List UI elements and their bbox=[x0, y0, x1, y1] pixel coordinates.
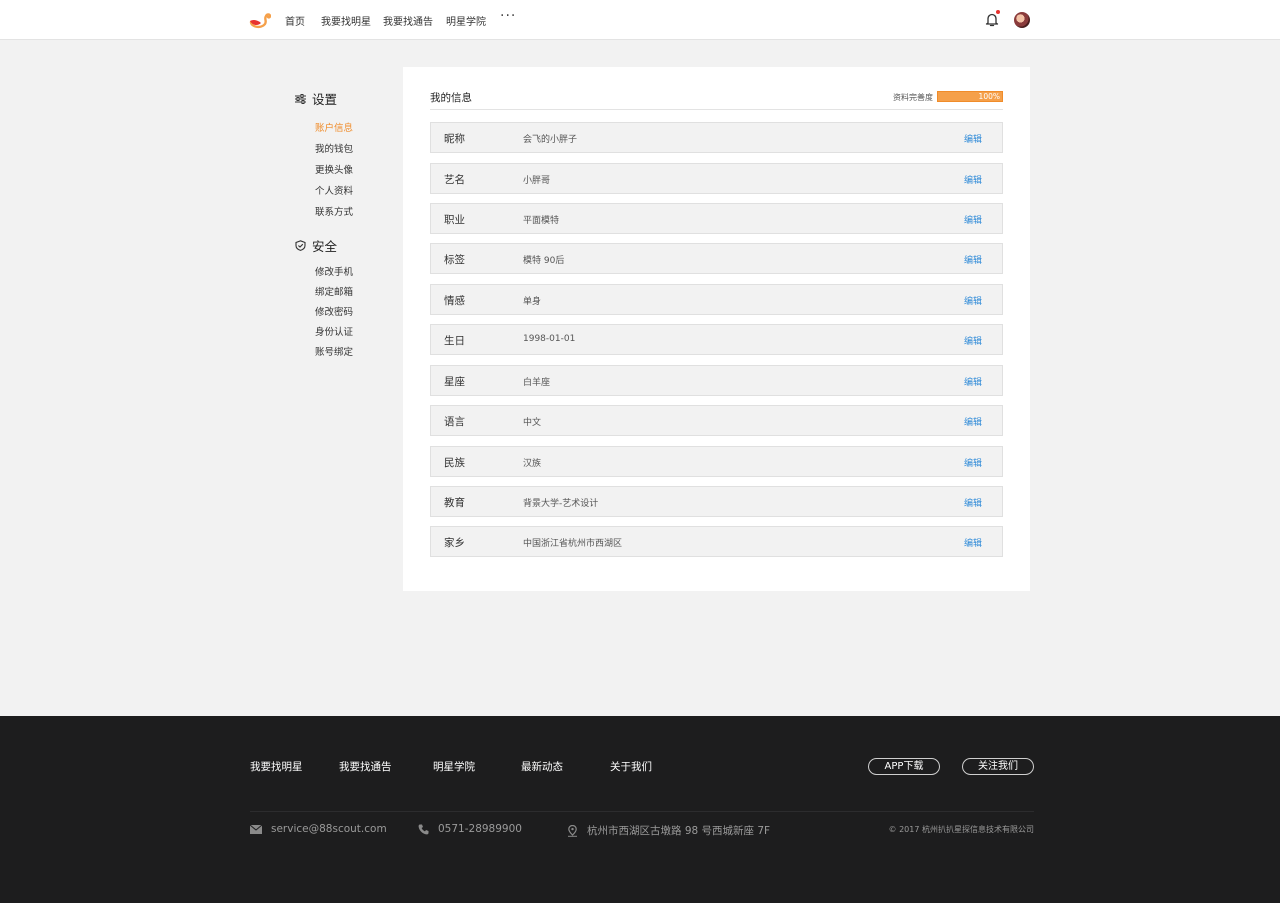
info-row-label: 教育 bbox=[444, 497, 465, 509]
notification-bell-icon[interactable] bbox=[985, 12, 999, 27]
info-row-label: 生日 bbox=[444, 335, 465, 347]
my-info-card: 我的信息 资料完善度 100% 昵称 会飞的小胖子 编辑 艺名 小胖哥 编辑 职业 平面模特编… bbox=[403, 67, 1030, 591]
info-row-tags: 标签 模特 90后 编辑 bbox=[430, 243, 1003, 274]
info-row-value: 会飞的小胖子 bbox=[523, 135, 578, 145]
follow-us-button[interactable]: 关注我们 bbox=[962, 758, 1034, 775]
sidebar-item-bind-email[interactable]: 绑定邮箱 bbox=[315, 284, 353, 298]
edit-language-button[interactable]: 编辑 bbox=[964, 415, 982, 428]
user-avatar[interactable] bbox=[1014, 12, 1030, 28]
edit-tags-button[interactable]: 编辑 bbox=[964, 253, 982, 266]
info-row-label: 家乡 bbox=[444, 537, 465, 549]
footer-email: service@88scout.com bbox=[250, 823, 387, 835]
sidebar-item-identity[interactable]: 身份认证 bbox=[315, 324, 353, 338]
edit-birthday-button[interactable]: 编辑 bbox=[964, 334, 982, 347]
page-title: 我的信息 bbox=[430, 92, 472, 104]
footer-link-about[interactable]: 关于我们 bbox=[610, 759, 652, 774]
info-row-label: 民族 bbox=[444, 457, 465, 469]
sidebar-item-change-avatar[interactable]: 更换头像 bbox=[315, 162, 353, 176]
sidebar-item-wallet[interactable]: 我的钱包 bbox=[315, 141, 353, 155]
footer-email-text: service@88scout.com bbox=[271, 823, 387, 835]
edit-education-button[interactable]: 编辑 bbox=[964, 496, 982, 509]
footer-link-news[interactable]: 最新动态 bbox=[521, 759, 563, 774]
edit-nickname-button[interactable]: 编辑 bbox=[964, 132, 982, 145]
footer-address-text: 杭州市西湖区古墩路 98 号西城新座 7F bbox=[587, 825, 771, 837]
info-row-ethnicity: 民族 汉族 编辑 bbox=[430, 446, 1003, 477]
nav-home[interactable]: 首页 bbox=[285, 13, 305, 28]
info-row-label: 星座 bbox=[444, 376, 465, 388]
info-row-value: 白羊座 bbox=[523, 378, 551, 388]
sidebar-item-change-phone[interactable]: 修改手机 bbox=[315, 264, 353, 278]
info-row-label: 艺名 bbox=[444, 174, 465, 186]
info-row-education: 教育 背景大学-艺术设计 编辑 bbox=[430, 486, 1003, 517]
info-row-language: 语言 中文 编辑 bbox=[430, 405, 1003, 436]
settings-heading: 设置 bbox=[295, 89, 337, 108]
info-row-relationship: 情感 单身 编辑 bbox=[430, 284, 1003, 315]
info-row-value: 中国浙江省杭州市西湖区 bbox=[523, 539, 623, 549]
info-row-occupation: 职业 平面模特 编辑 bbox=[430, 203, 1003, 234]
footer-copyright: © 2017 杭州扒扒星探信息技术有限公司 bbox=[888, 825, 1034, 834]
edit-zodiac-button[interactable]: 编辑 bbox=[964, 375, 982, 388]
info-row-value: 汉族 bbox=[523, 459, 542, 469]
title-divider bbox=[430, 109, 1003, 110]
notification-dot bbox=[996, 10, 1000, 14]
edit-stage-name-button[interactable]: 编辑 bbox=[964, 173, 982, 186]
top-navbar: 首页 我要找明星 我要找通告 明星学院 ··· bbox=[0, 0, 1280, 40]
security-title: 安全 bbox=[312, 239, 338, 254]
info-row-label: 情感 bbox=[444, 295, 465, 307]
security-heading: 安全 bbox=[295, 236, 337, 255]
edit-hometown-button[interactable]: 编辑 bbox=[964, 536, 982, 549]
info-row-label: 语言 bbox=[444, 416, 465, 428]
settings-title: 设置 bbox=[312, 92, 338, 107]
info-row-hometown: 家乡 中国浙江省杭州市西湖区 编辑 bbox=[430, 526, 1003, 557]
info-row-stage-name: 艺名 小胖哥 编辑 bbox=[430, 163, 1003, 194]
swan-logo-icon[interactable] bbox=[249, 11, 271, 29]
info-row-value: 中文 bbox=[523, 418, 542, 428]
info-row-birthday: 生日 1998-01-01 编辑 bbox=[430, 324, 1003, 355]
info-row-label: 职业 bbox=[444, 214, 465, 226]
sidebar-item-account-info[interactable]: 账户信息 bbox=[315, 120, 353, 134]
footer-address: 杭州市西湖区古墩路 98 号西城新座 7F bbox=[567, 823, 770, 838]
info-row-label: 标签 bbox=[444, 254, 465, 266]
info-row-label: 昵称 bbox=[444, 133, 465, 145]
footer-divider bbox=[250, 811, 1034, 812]
info-row-value: 1998-01-01 bbox=[523, 334, 576, 344]
completion-progress-bar: 100% bbox=[937, 91, 1003, 102]
sidebar-item-contact[interactable]: 联系方式 bbox=[315, 204, 353, 218]
nav-find-star[interactable]: 我要找明星 bbox=[321, 13, 371, 28]
shield-icon bbox=[295, 240, 306, 251]
info-row-value: 模特 90后 bbox=[523, 256, 565, 266]
sidebar-item-change-password[interactable]: 修改密码 bbox=[315, 304, 353, 318]
info-row-value: 单身 bbox=[523, 297, 542, 307]
footer-link-academy[interactable]: 明星学院 bbox=[433, 759, 475, 774]
completion-percent: 100% bbox=[978, 92, 1000, 101]
footer-phone-text: 0571-28989900 bbox=[438, 823, 522, 835]
edit-relationship-button[interactable]: 编辑 bbox=[964, 294, 982, 307]
app-download-button[interactable]: APP下载 bbox=[868, 758, 940, 775]
info-row-value: 平面模特 bbox=[523, 216, 560, 226]
footer-link-find-notice[interactable]: 我要找通告 bbox=[339, 759, 392, 774]
phone-icon bbox=[418, 824, 429, 834]
more-menu-icon[interactable]: ··· bbox=[500, 8, 516, 24]
footer: 我要找明星 我要找通告 明星学院 最新动态 关于我们 APP下载 关注我们 se… bbox=[0, 716, 1280, 903]
info-row-value: 背景大学-艺术设计 bbox=[523, 499, 599, 509]
location-pin-icon bbox=[568, 824, 577, 837]
footer-link-find-star[interactable]: 我要找明星 bbox=[250, 759, 303, 774]
footer-phone: 0571-28989900 bbox=[418, 823, 522, 835]
info-row-value: 小胖哥 bbox=[523, 176, 551, 186]
nav-find-notice[interactable]: 我要找通告 bbox=[383, 13, 433, 28]
edit-occupation-button[interactable]: 编辑 bbox=[964, 213, 982, 226]
info-row-nickname: 昵称 会飞的小胖子 编辑 bbox=[430, 122, 1003, 153]
sidebar-item-account-binding[interactable]: 账号绑定 bbox=[315, 344, 353, 358]
nav-star-academy[interactable]: 明星学院 bbox=[446, 13, 486, 28]
sidebar-item-profile[interactable]: 个人资料 bbox=[315, 183, 353, 197]
mail-icon bbox=[250, 824, 262, 834]
edit-ethnicity-button[interactable]: 编辑 bbox=[964, 456, 982, 469]
completion-label: 资料完善度 bbox=[893, 93, 933, 102]
info-row-zodiac: 星座 白羊座 编辑 bbox=[430, 365, 1003, 396]
sliders-icon bbox=[295, 93, 306, 104]
